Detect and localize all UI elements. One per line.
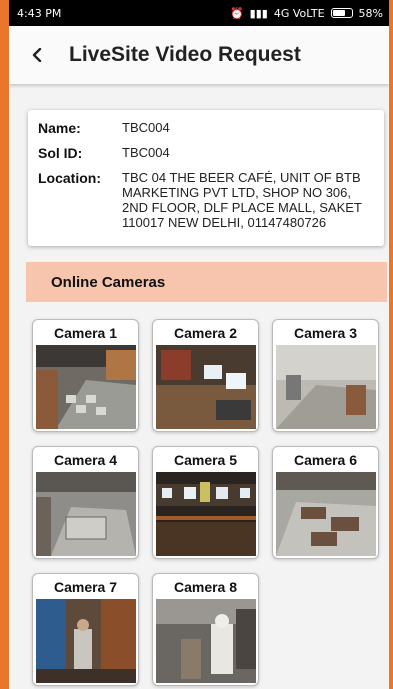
online-cameras-header: Online Cameras	[26, 262, 387, 302]
camera-tile-1[interactable]: Camera 1	[32, 319, 139, 432]
back-button[interactable]	[9, 26, 65, 84]
camera-label: Camera 5	[173, 452, 238, 468]
camera-1-thumbnail	[36, 345, 136, 429]
camera-label: Camera 8	[173, 579, 238, 595]
camera-label: Camera 4	[53, 452, 118, 468]
camera-tile-2[interactable]: Camera 2	[152, 319, 259, 432]
sol-id-label: Sol ID:	[38, 145, 83, 161]
camera-label: Camera 1	[53, 325, 118, 341]
network-label: 4G VoLTE	[273, 6, 325, 20]
sol-id-row: Sol ID: TBC004	[38, 145, 374, 161]
site-info-card: Name: TBC004 Sol ID: TBC004 Location: TB…	[28, 110, 384, 246]
name-value: TBC004	[122, 120, 170, 135]
back-arrow-icon	[32, 48, 42, 62]
battery-icon	[330, 8, 353, 18]
camera-4-thumbnail	[36, 472, 136, 556]
name-label: Name:	[38, 120, 81, 136]
battery-level: 58%	[358, 6, 383, 20]
camera-label: Camera 6	[293, 452, 358, 468]
camera-label: Camera 2	[173, 325, 238, 341]
section-title: Online Cameras	[51, 273, 166, 291]
location-label: Location:	[38, 170, 101, 186]
status-indicators: ⏰ ▮▮▮ 4G VoLTE 58%	[230, 7, 383, 20]
camera-label: Camera 7	[53, 579, 118, 595]
camera-7-thumbnail	[36, 599, 136, 683]
camera-label: Camera 3	[293, 325, 358, 341]
app-frame: 4:43 PM ⏰ ▮▮▮ 4G VoLTE 58% LiveSite Vide…	[0, 0, 393, 689]
camera-tile-4[interactable]: Camera 4	[32, 446, 139, 559]
camera-tile-7[interactable]: Camera 7	[32, 573, 139, 686]
camera-5-thumbnail	[156, 472, 256, 556]
app-bar: LiveSite Video Request	[9, 26, 389, 84]
camera-tile-5[interactable]: Camera 5	[152, 446, 259, 559]
page-title: LiveSite Video Request	[69, 43, 301, 66]
location-value: TBC 04 THE BEER CAFÉ, UNIT OF BTB MARKET…	[122, 170, 362, 230]
status-bar: 4:43 PM ⏰ ▮▮▮ 4G VoLTE 58%	[9, 0, 389, 26]
signal-icon: ▮▮▮	[249, 6, 268, 20]
status-time: 4:43 PM	[17, 6, 62, 20]
camera-2-thumbnail	[156, 345, 256, 429]
alarm-icon: ⏰	[229, 6, 244, 20]
camera-tile-6[interactable]: Camera 6	[272, 446, 379, 559]
camera-3-thumbnail	[276, 345, 376, 429]
name-row: Name: TBC004	[38, 120, 374, 136]
camera-tile-3[interactable]: Camera 3	[272, 319, 379, 432]
camera-8-thumbnail	[156, 599, 256, 683]
camera-6-thumbnail	[276, 472, 376, 556]
location-row: Location: TBC 04 THE BEER CAFÉ, UNIT OF …	[38, 170, 374, 230]
sol-id-value: TBC004	[122, 145, 170, 160]
camera-tile-8[interactable]: Camera 8	[152, 573, 259, 686]
